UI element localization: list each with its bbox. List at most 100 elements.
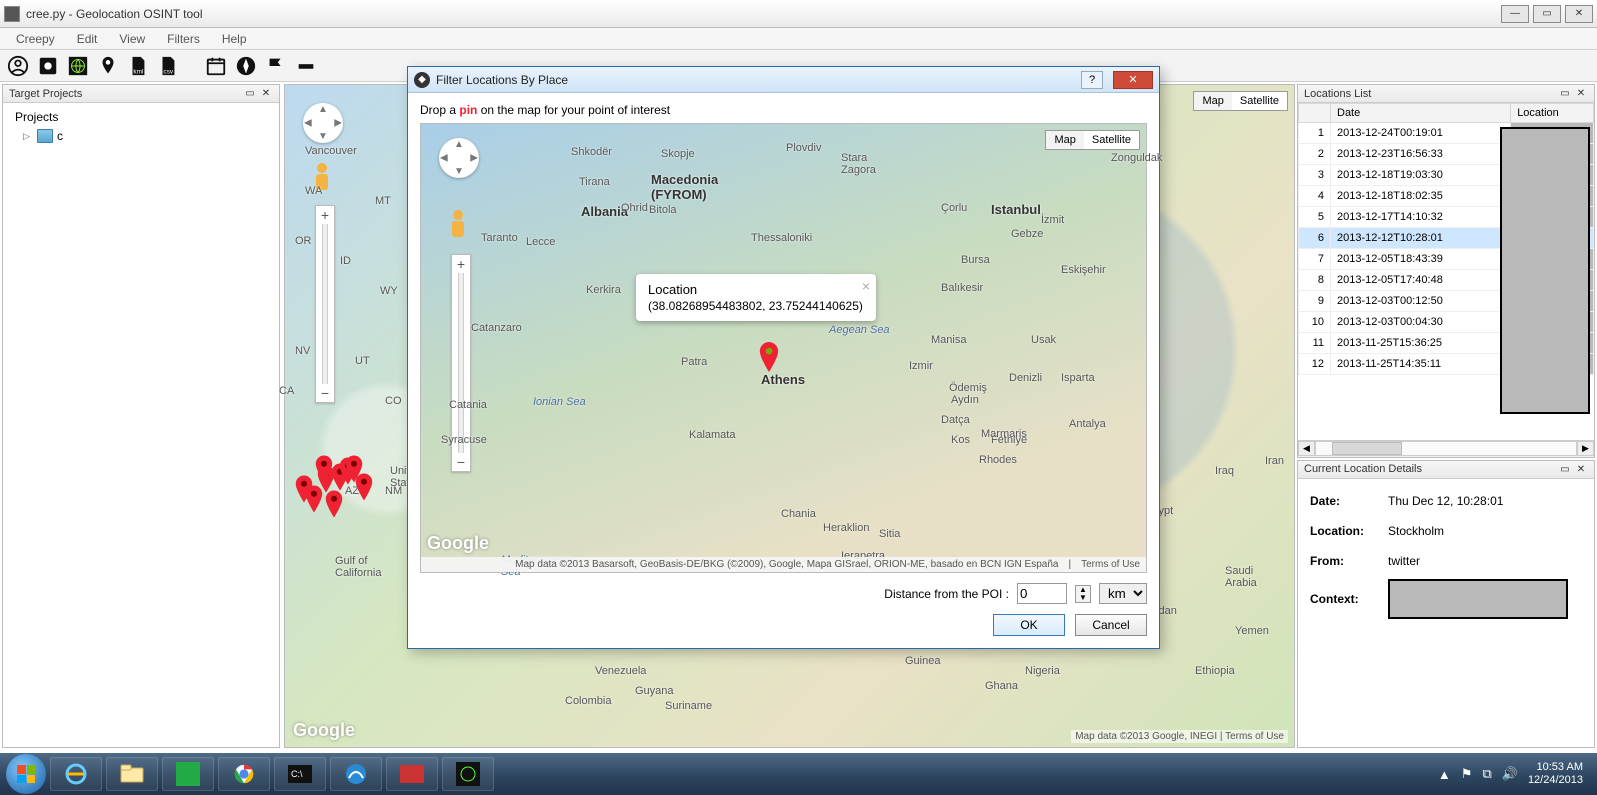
dialog-map[interactable]: Map Satellite ▲▼▶◀ + − AlbaniaMacedonia …	[420, 123, 1147, 573]
dialog-close-button[interactable]: ✕	[1113, 71, 1153, 89]
export-kml-icon[interactable]: kml	[126, 54, 150, 78]
menu-creepy[interactable]: Creepy	[6, 30, 65, 48]
map-marker-icon[interactable]	[325, 490, 343, 518]
svg-text:kml: kml	[133, 68, 143, 75]
taskbar-chrome-icon[interactable]	[218, 757, 270, 791]
scroll-thumb[interactable]	[1332, 442, 1402, 455]
dialog-instruction: Drop a pin on the map for your point of …	[420, 103, 1147, 117]
taskbar-cmd-icon[interactable]: C:\	[274, 757, 326, 791]
scroll-left-arrow[interactable]: ◀	[1298, 441, 1315, 456]
map-label: OR	[295, 235, 312, 247]
close-button[interactable]: ✕	[1565, 5, 1593, 23]
table-horizontal-scrollbar[interactable]: ◀ ▶	[1298, 440, 1594, 457]
dialog-help-button[interactable]: ?	[1081, 71, 1103, 89]
map-label: Yemen	[1235, 625, 1269, 637]
svg-text:csv: csv	[163, 68, 173, 75]
tray-show-hidden-icon[interactable]: ▲	[1438, 767, 1451, 782]
dialog-pan-control[interactable]: ▲▼▶◀	[439, 138, 479, 178]
cancel-button[interactable]: Cancel	[1075, 614, 1147, 636]
user-circle-icon[interactable]	[6, 54, 30, 78]
distance-unit-select[interactable]: km	[1099, 583, 1147, 604]
map-label: Isparta	[1061, 372, 1095, 384]
distance-input[interactable]	[1017, 583, 1067, 604]
col-location[interactable]: Location	[1511, 104, 1594, 123]
map-label: Ohrid	[621, 202, 648, 214]
menu-bar: CreepyEditViewFiltersHelp	[0, 28, 1597, 50]
dialog-zoom-out[interactable]: −	[452, 453, 470, 471]
project-tree-item[interactable]: ▷ c	[9, 127, 273, 145]
info-window-close[interactable]: ×	[862, 278, 870, 294]
map-pan-control[interactable]: ▲▼▶◀	[303, 103, 343, 143]
panel-float-button[interactable]: ▭	[1558, 87, 1572, 101]
map-label: Ghana	[985, 680, 1018, 692]
menu-filters[interactable]: Filters	[157, 30, 210, 48]
target-projects-title: Target Projects	[9, 88, 82, 100]
flag-icon[interactable]	[264, 54, 288, 78]
maximize-button[interactable]: ▭	[1533, 5, 1561, 23]
dialog-titlebar[interactable]: ◆ Filter Locations By Place ? ✕	[408, 67, 1159, 93]
tray-clock[interactable]: 10:53 AM 12/24/2013	[1528, 761, 1583, 787]
map-label: Thessaloniki	[751, 232, 812, 244]
map-label: Iraq	[1215, 465, 1234, 477]
map-pin-icon[interactable]	[96, 54, 120, 78]
taskbar-explorer-icon[interactable]	[106, 757, 158, 791]
tray-network-icon[interactable]: ⧉	[1482, 766, 1491, 782]
compass-icon[interactable]	[234, 54, 258, 78]
map-label: Marmaris	[981, 428, 1027, 440]
panel-close-button[interactable]: ✕	[1574, 87, 1588, 101]
taskbar-ie-icon[interactable]	[50, 757, 102, 791]
ok-button[interactable]: OK	[993, 614, 1065, 636]
dialog-map-type-toggle[interactable]: Map Satellite	[1045, 130, 1140, 150]
minus-icon[interactable]	[294, 54, 318, 78]
map-label: Tirana	[579, 176, 610, 188]
taskbar-app3-icon[interactable]	[386, 757, 438, 791]
dialog-pegman-icon[interactable]	[449, 210, 467, 240]
export-csv-icon[interactable]: csv	[156, 54, 180, 78]
map-zoom-control[interactable]: + −	[315, 205, 335, 403]
map-type-toggle[interactable]: Map Satellite	[1193, 91, 1288, 111]
map-type-map[interactable]: Map	[1194, 92, 1231, 110]
map-label: Catania	[449, 399, 487, 411]
tree-expander-icon[interactable]: ▷	[23, 131, 33, 142]
dropped-pin-icon[interactable]	[759, 342, 779, 374]
zoom-out-button[interactable]: −	[316, 384, 334, 402]
col-date[interactable]: Date	[1331, 104, 1511, 123]
windows-taskbar[interactable]: C:\ ▲ ⚑ ⧉ 🔊 10:53 AM 12/24/2013	[0, 753, 1597, 795]
menu-view[interactable]: View	[109, 30, 155, 48]
map-label: Istanbul	[991, 202, 1041, 217]
scroll-right-arrow[interactable]: ▶	[1577, 441, 1594, 456]
target-square-icon[interactable]	[36, 54, 60, 78]
projects-root-label: Projects	[9, 107, 273, 127]
start-button[interactable]	[6, 754, 46, 794]
calendar-icon[interactable]	[204, 54, 228, 78]
detail-from-value: twitter	[1388, 549, 1420, 573]
panel-float-button[interactable]: ▭	[243, 87, 257, 101]
globe-dark-icon[interactable]	[66, 54, 90, 78]
panel-float-button[interactable]: ▭	[1558, 462, 1572, 476]
map-type-satellite[interactable]: Satellite	[1232, 92, 1287, 110]
tray-volume-icon[interactable]: 🔊	[1502, 766, 1518, 782]
taskbar-app2-icon[interactable]	[330, 757, 382, 791]
map-label: WY	[380, 285, 398, 297]
google-logo: Google	[293, 720, 355, 741]
dialog-map-type-map[interactable]: Map	[1046, 131, 1083, 149]
minimize-button[interactable]: —	[1501, 5, 1529, 23]
map-label: Kerkira	[586, 284, 621, 296]
dialog-zoom-in[interactable]: +	[452, 255, 470, 273]
menu-help[interactable]: Help	[212, 30, 257, 48]
menu-edit[interactable]: Edit	[67, 30, 108, 48]
panel-close-button[interactable]: ✕	[1574, 462, 1588, 476]
dialog-title: Filter Locations By Place	[436, 73, 1075, 87]
distance-spinner[interactable]: ▲▼	[1075, 585, 1091, 603]
zoom-in-button[interactable]: +	[316, 206, 334, 224]
panel-close-button[interactable]: ✕	[259, 87, 273, 101]
taskbar-creepy-icon[interactable]	[442, 757, 494, 791]
tray-flag-icon[interactable]: ⚑	[1461, 766, 1473, 782]
detail-from-label: From:	[1310, 549, 1380, 573]
dialog-map-type-satellite[interactable]: Satellite	[1084, 131, 1139, 149]
map-marker-icon[interactable]	[315, 455, 333, 483]
taskbar-app1-icon[interactable]	[162, 757, 214, 791]
map-label: Guyana	[635, 685, 674, 697]
map-marker-icon[interactable]	[355, 473, 373, 501]
map-label: Suriname	[665, 700, 712, 712]
